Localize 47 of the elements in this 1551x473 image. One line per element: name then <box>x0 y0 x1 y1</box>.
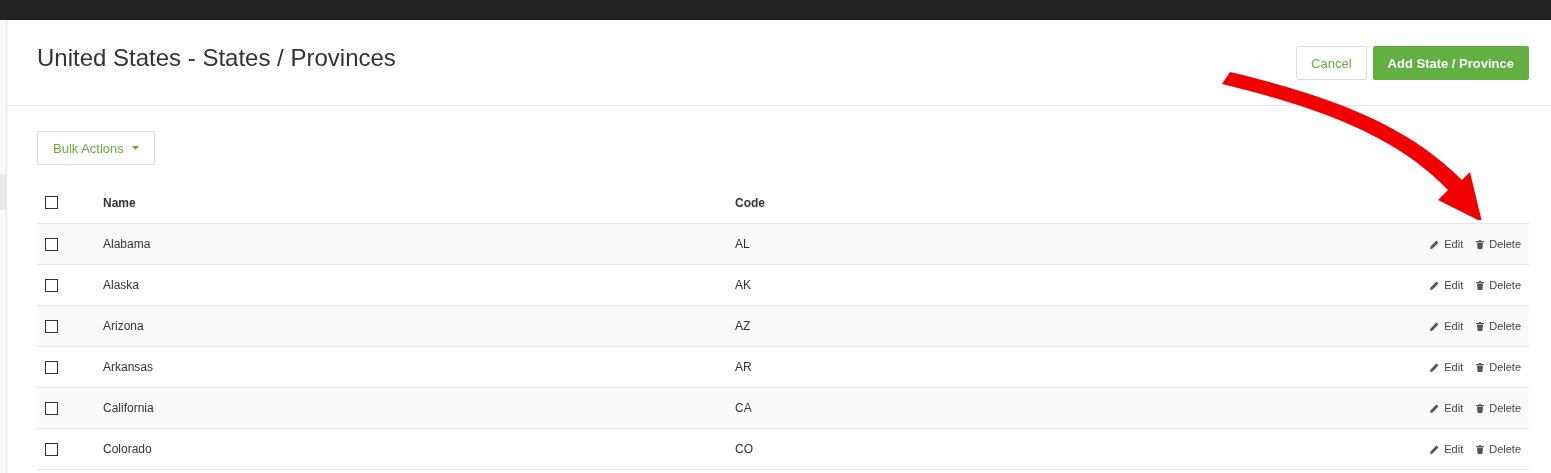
table-cell: Alabama <box>103 237 151 251</box>
checkbox[interactable] <box>45 196 58 209</box>
table-cell: AK <box>735 278 751 292</box>
table-cell: AL <box>735 237 750 251</box>
checkbox[interactable] <box>45 237 58 251</box>
trash-icon <box>1476 403 1485 413</box>
table-cell: CA <box>735 401 752 415</box>
delete-link[interactable]: Delete <box>1489 443 1521 455</box>
table-cell: Colorado <box>103 442 152 456</box>
edit-link[interactable]: Edit <box>1444 361 1464 373</box>
table-cell: Arkansas <box>103 360 154 374</box>
trash-icon <box>1476 444 1485 454</box>
edit-link[interactable]: Edit <box>1444 443 1464 455</box>
edit-link[interactable]: Edit <box>1444 320 1464 332</box>
delete-link[interactable]: Delete <box>1489 320 1521 332</box>
pencil-icon <box>1430 239 1440 249</box>
table-cell: Arizona <box>103 319 144 333</box>
delete-link[interactable]: Delete <box>1489 402 1521 414</box>
column-header: Code <box>735 195 765 210</box>
table-cell: CO <box>735 442 753 456</box>
trash-icon <box>1476 321 1485 331</box>
table-cell: AZ <box>735 319 751 333</box>
pencil-icon <box>1430 321 1440 331</box>
delete-link[interactable]: Delete <box>1489 279 1521 291</box>
trash-icon <box>1476 362 1485 372</box>
table-cell: Alaska <box>103 278 140 292</box>
column-header: Name <box>103 195 136 210</box>
edit-link[interactable]: Edit <box>1444 238 1464 250</box>
trash-icon <box>1476 239 1485 249</box>
checkbox[interactable] <box>45 319 58 333</box>
delete-link[interactable]: Delete <box>1489 238 1521 250</box>
pencil-icon <box>1430 403 1440 413</box>
pencil-icon <box>1430 280 1440 290</box>
table-cell: California <box>103 401 154 415</box>
pencil-icon <box>1430 444 1440 454</box>
checkbox[interactable] <box>45 360 58 374</box>
edit-link[interactable]: Edit <box>1444 402 1464 414</box>
caret-icon <box>131 146 139 150</box>
trash-icon <box>1476 280 1485 290</box>
pencil-icon <box>1430 362 1440 372</box>
checkbox[interactable] <box>45 401 58 415</box>
checkbox[interactable] <box>45 442 58 456</box>
page-title: United States - States / Provinces <box>37 44 396 72</box>
checkbox[interactable] <box>45 278 58 292</box>
delete-link[interactable]: Delete <box>1489 361 1521 373</box>
edit-link[interactable]: Edit <box>1444 279 1464 291</box>
table-cell: AR <box>735 360 752 374</box>
